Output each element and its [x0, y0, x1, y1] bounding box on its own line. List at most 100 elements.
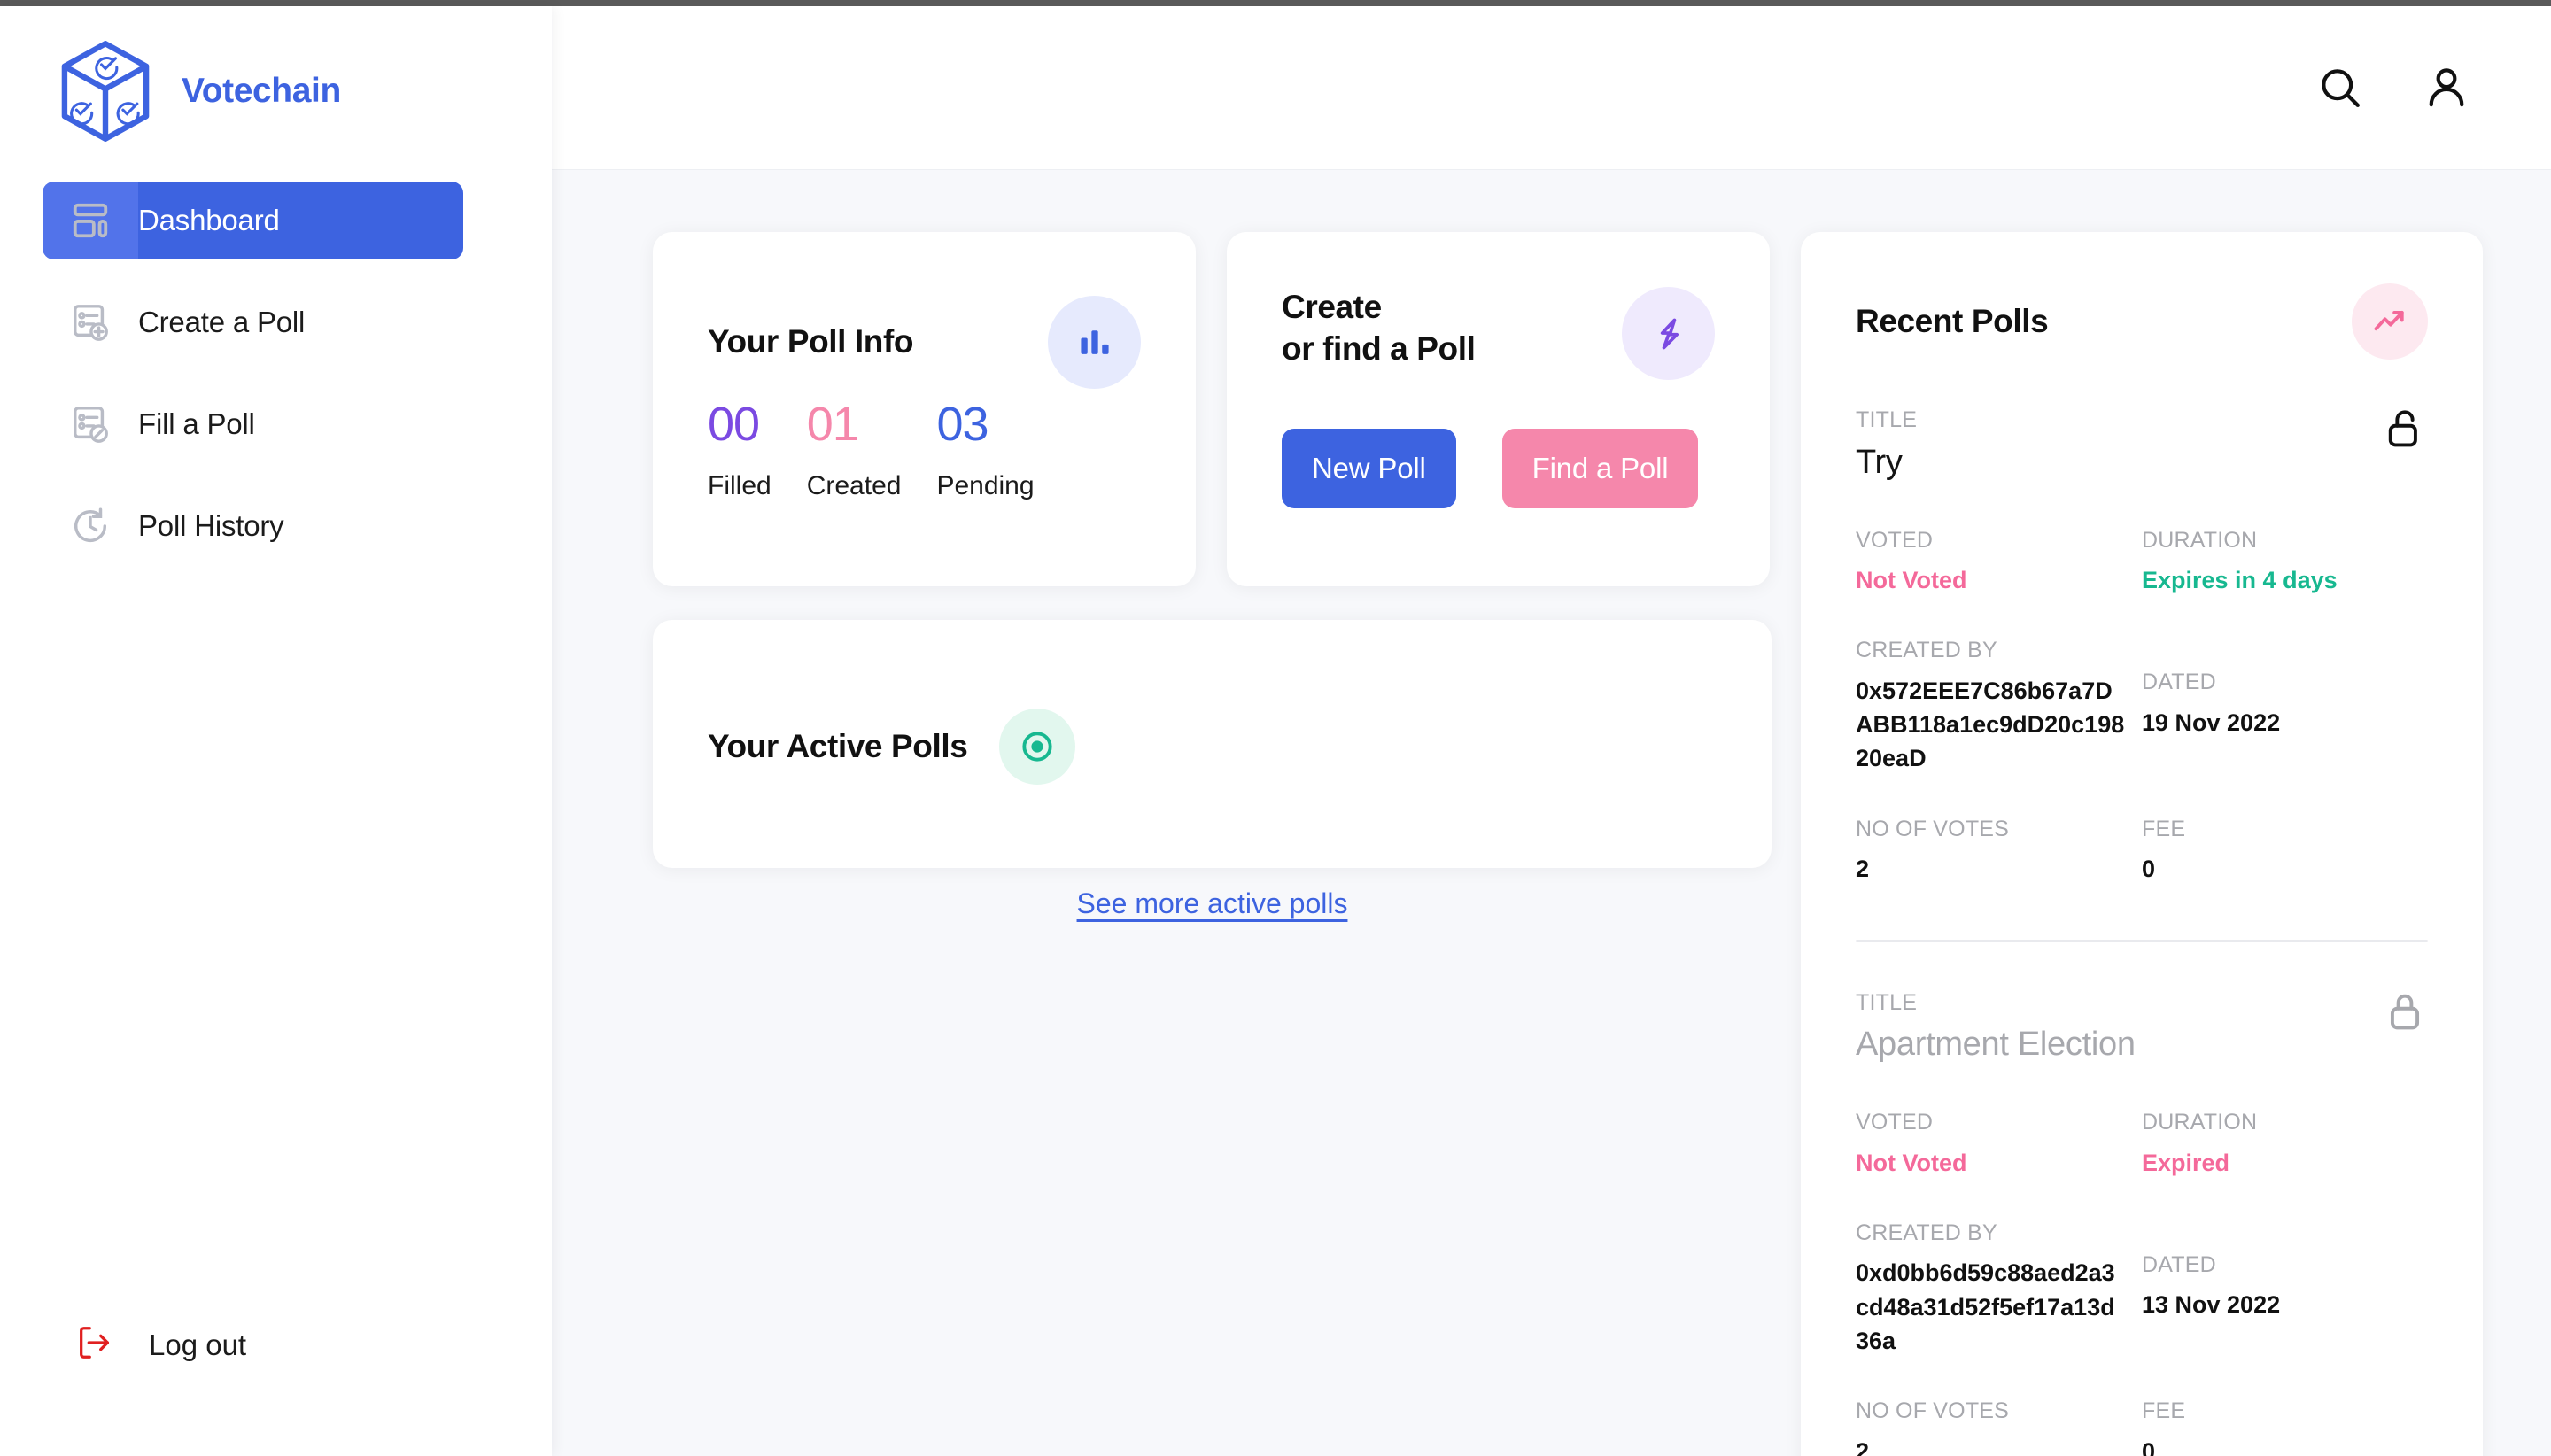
kv-value-created-by: 0xd0bb6d59c88aed2a3cd48a31d52f5ef17a13d3…	[1856, 1259, 2115, 1355]
dashboard-layout-icon	[43, 182, 138, 259]
poll-no-of-votes: NO OF VOTES 2	[1856, 1397, 2142, 1456]
lightning-bolt-icon	[1622, 287, 1715, 380]
create-card-title: Create or find a Poll	[1282, 287, 1476, 369]
poll-dated: DATED 19 Nov 2022	[2142, 636, 2428, 775]
poll-voted: VOTED Not Voted	[1856, 526, 2142, 598]
document-pencil-icon	[43, 385, 138, 463]
create-card-actions: New Poll Find a Poll	[1282, 429, 1699, 508]
see-more-active-polls-link[interactable]: See more active polls	[1077, 887, 1348, 919]
poll-meta-grid: NO OF VOTES 2 FEE 0	[1856, 815, 2428, 887]
sidebar-item-fill-a-poll[interactable]: Fill a Poll	[43, 385, 463, 463]
kv-label-dated: DATED	[2142, 1251, 2216, 1277]
poll-meta-grid: VOTED Not Voted DURATION Expired	[1856, 1108, 2428, 1180]
card-header: Your Active Polls	[708, 709, 1076, 785]
poll-no-of-votes: NO OF VOTES 2	[1856, 815, 2142, 887]
sidebar-item-poll-history[interactable]: Poll History	[43, 487, 463, 565]
poll-created-by: CREATED BY 0xd0bb6d59c88aed2a3cd48a31d52…	[1856, 1219, 2142, 1358]
unlock-open-icon[interactable]	[2382, 406, 2428, 456]
poll-voted: VOTED Not Voted	[1856, 1108, 2142, 1180]
stat-label: Created	[806, 471, 902, 500]
sidebar-item-label: Dashboard	[138, 204, 280, 236]
kv-value-dated: 19 Nov 2022	[2142, 709, 2281, 736]
brand-name: Votechain	[182, 72, 341, 110]
app-root: Votechain Dashboard Create a Poll Fill a…	[0, 0, 2551, 1456]
kv-label-created-by: CREATED BY	[1856, 638, 1997, 663]
poll-stats: 00 Filled 01 Created 03 Pending	[708, 400, 1070, 501]
kv-label-dated: DATED	[2142, 670, 2216, 695]
sidebar: Votechain Dashboard Create a Poll Fill a…	[0, 6, 552, 1456]
create-poll-card: Create or find a Poll New Poll Find a Po…	[1227, 232, 1770, 586]
create-card-title-line2: or find a Poll	[1282, 329, 1476, 367]
lock-closed-icon[interactable]	[2382, 988, 2428, 1039]
stat-value: 01	[806, 398, 859, 451]
document-plus-icon	[43, 283, 138, 361]
user-icon[interactable]	[2422, 63, 2471, 112]
poll-created-by: CREATED BY 0x572EEE7C86b67a7DABB118a1ec9…	[1856, 636, 2142, 775]
kv-value-voted: Not Voted	[1856, 567, 1967, 593]
stat-label: Pending	[936, 471, 1035, 500]
kv-value-fee: 0	[2142, 856, 2156, 883]
new-poll-button[interactable]: New Poll	[1282, 429, 1456, 508]
kv-value-no-of-votes: 2	[1856, 1437, 1870, 1456]
kv-value-no-of-votes: 2	[1856, 856, 1870, 883]
search-icon[interactable]	[2315, 63, 2365, 112]
kv-value-dated: 13 Nov 2022	[2142, 1291, 2281, 1319]
page-title: Your Poll Info	[708, 323, 914, 360]
kv-label-title: TITLE	[1856, 989, 1918, 1015]
poll-title-row: TITLE Apartment Election	[1856, 988, 2428, 1065]
stat-pending: 03 Pending	[936, 400, 1034, 501]
recent-polls-panel: Recent Polls TITLE Try VOTED Not Voted D…	[1801, 232, 2483, 1456]
see-more-active-polls: See more active polls	[653, 887, 1772, 920]
recent-polls-title: Recent Polls	[1856, 303, 2049, 339]
radio-target-icon	[999, 709, 1076, 785]
poll-duration: DURATION Expires in 4 days	[2142, 526, 2428, 598]
poll-meta-grid: NO OF VOTES 2 FEE 0	[1856, 1397, 2428, 1456]
kv-label-duration: DURATION	[2142, 1110, 2258, 1135]
kv-label-title: TITLE	[1856, 407, 1918, 432]
poll-title: Apartment Election	[1856, 1026, 2136, 1064]
poll-dated: DATED 13 Nov 2022	[2142, 1219, 2428, 1358]
sidebar-item-label: Poll History	[138, 509, 284, 542]
stat-filled: 00 Filled	[708, 400, 772, 501]
kv-value-duration: Expires in 4 days	[2142, 567, 2338, 593]
kv-value-created-by: 0x572EEE7C86b67a7DABB118a1ec9dD20c19820e…	[1856, 677, 2125, 772]
kv-label-fee: FEE	[2142, 1398, 2186, 1424]
poll-title-block: TITLE Try	[1856, 406, 1917, 482]
poll-meta-grid: VOTED Not Voted DURATION Expires in 4 da…	[1856, 526, 2428, 598]
poll-meta-grid: CREATED BY 0x572EEE7C86b67a7DABB118a1ec9…	[1856, 636, 2428, 775]
top-header	[552, 6, 2551, 170]
stat-label: Filled	[708, 471, 772, 500]
poll-title-row: TITLE Try	[1856, 406, 2428, 482]
poll-fee: FEE 0	[2142, 1397, 2428, 1456]
recent-poll-entry[interactable]: TITLE Apartment Election VOTED Not Voted	[1856, 942, 2428, 1456]
poll-meta-grid: CREATED BY 0xd0bb6d59c88aed2a3cd48a31d52…	[1856, 1219, 2428, 1358]
kv-label-voted: VOTED	[1856, 1110, 1934, 1135]
kv-value-duration: Expired	[2142, 1149, 2230, 1176]
logout-arrow-icon	[74, 1322, 115, 1367]
kv-label-no-of-votes: NO OF VOTES	[1856, 1398, 2010, 1424]
poll-title-block: TITLE Apartment Election	[1856, 988, 2136, 1065]
sidebar-item-create-a-poll[interactable]: Create a Poll	[43, 283, 463, 361]
cube-checks-logo	[49, 35, 162, 148]
kv-label-duration: DURATION	[2142, 527, 2258, 553]
stat-value: 03	[936, 398, 989, 451]
browser-top-strip	[0, 0, 2551, 6]
sidebar-item-dashboard[interactable]: Dashboard	[43, 182, 463, 259]
sidebar-nav: Dashboard Create a Poll Fill a Poll Poll…	[0, 182, 552, 565]
logout-button[interactable]: Log out	[43, 1322, 246, 1367]
poll-info-card: Your Poll Info 00 Filled 01 Created 03 P…	[653, 232, 1196, 586]
poll-title: Try	[1856, 443, 1903, 481]
find-a-poll-button[interactable]: Find a Poll	[1501, 429, 1699, 508]
kv-label-no-of-votes: NO OF VOTES	[1856, 816, 2010, 841]
kv-label-voted: VOTED	[1856, 527, 1934, 553]
poll-duration: DURATION Expired	[2142, 1108, 2428, 1180]
create-card-title-line1: Create	[1282, 289, 1382, 325]
kv-value-fee: 0	[2142, 1437, 2156, 1456]
recent-poll-entry[interactable]: TITLE Try VOTED Not Voted DURATION Expir…	[1856, 360, 2428, 942]
clock-history-icon	[43, 487, 138, 565]
sidebar-item-label: Fill a Poll	[138, 407, 255, 440]
poll-fee: FEE 0	[2142, 815, 2428, 887]
active-polls-card: Your Active Polls	[653, 620, 1772, 868]
brand[interactable]: Votechain	[49, 35, 341, 148]
active-polls-title: Your Active Polls	[708, 727, 968, 764]
